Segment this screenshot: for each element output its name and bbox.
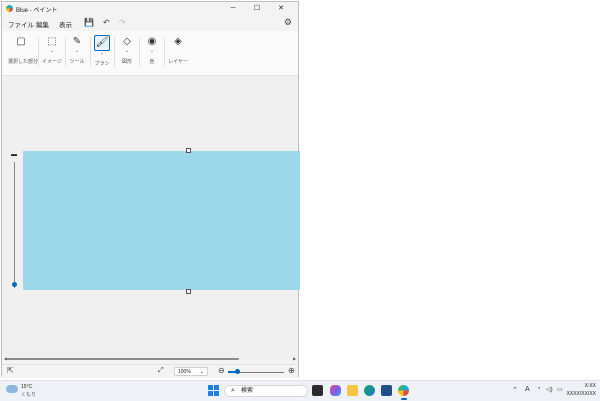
ribbon-brush[interactable]: 🖌 ⌄ ブラシ bbox=[93, 35, 111, 67]
pointer-icon: ⇱ bbox=[7, 366, 14, 375]
ribbon-divider bbox=[38, 37, 39, 67]
ribbon-layers[interactable]: ◈ レイヤー bbox=[167, 35, 189, 65]
task-view-icon[interactable] bbox=[312, 385, 323, 396]
layers-icon: ◈ bbox=[174, 36, 182, 47]
taskbar: 15°C くもり ⌕ 検索 ⌃ A ◔ ◁) ▭ X:XX XXXX/XX/XX bbox=[0, 380, 600, 401]
image-icon: ⬚ bbox=[47, 36, 57, 47]
paint-app-icon bbox=[6, 5, 13, 12]
paint-taskbar-icon[interactable] bbox=[398, 385, 409, 396]
ribbon-image[interactable]: ⬚ ⌄ イメージ bbox=[42, 35, 62, 65]
brush-icon: 🖌 bbox=[94, 35, 110, 51]
palette-icon: ◉ bbox=[147, 36, 157, 47]
ribbon-layers-label: レイヤー bbox=[168, 59, 188, 65]
clock-date[interactable]: XXXX/XX/XX bbox=[564, 391, 596, 397]
canvas-workspace: ▬ bbox=[2, 76, 300, 360]
search-icon: ⌕ bbox=[231, 387, 235, 394]
brush-size-slider[interactable] bbox=[14, 162, 15, 288]
chevron-down-icon: ⌄ bbox=[49, 48, 55, 54]
ribbon: ▢ 選択した部分 ⬚ ⌄ イメージ ✎ ⌄ ツール 🖌 ⌄ ブラシ ◇ ⌄ 図形 bbox=[2, 31, 298, 76]
scroll-right-icon[interactable]: ▶ bbox=[293, 356, 296, 361]
ribbon-divider bbox=[90, 37, 91, 67]
menu-bar: ファイル 編集 表示 💾 ↶ ↷ ⚙ bbox=[2, 16, 298, 30]
ribbon-selection[interactable]: ▢ 選択した部分 bbox=[8, 35, 39, 65]
minimize-button[interactable]: ─ bbox=[222, 3, 244, 14]
maximize-button[interactable]: ☐ bbox=[246, 3, 268, 14]
redo-icon[interactable]: ↷ bbox=[119, 18, 126, 27]
drawing-canvas[interactable] bbox=[23, 151, 300, 290]
ribbon-divider bbox=[139, 37, 140, 67]
ribbon-tools[interactable]: ✎ ⌄ ツール bbox=[68, 35, 86, 65]
ribbon-colors-label: 色 bbox=[149, 59, 155, 65]
ribbon-selection-label: 選択した部分 bbox=[8, 59, 39, 65]
ribbon-shapes-label: 図形 bbox=[121, 59, 132, 65]
close-button[interactable]: ✕ bbox=[270, 3, 292, 14]
zoom-slider-thumb[interactable] bbox=[235, 369, 240, 374]
ribbon-divider bbox=[65, 37, 66, 67]
chevron-down-icon: ⌄ bbox=[149, 48, 155, 54]
title-bar: Blue - ペイント ─ ☐ ✕ bbox=[2, 2, 298, 15]
edge-browser-icon[interactable] bbox=[364, 385, 375, 396]
menu-file[interactable]: ファイル bbox=[8, 19, 34, 29]
tools-icon: ✎ bbox=[72, 36, 82, 47]
zoom-select[interactable]: 100% ⌄ bbox=[174, 367, 208, 376]
chevron-down-icon: ⌄ bbox=[199, 369, 204, 375]
zoom-in-icon[interactable]: ⊕ bbox=[288, 366, 295, 375]
ribbon-divider bbox=[164, 37, 165, 67]
window-title: Blue - ペイント bbox=[16, 8, 58, 14]
horizontal-scrollbar[interactable] bbox=[7, 358, 239, 360]
chevron-down-icon: ⌄ bbox=[99, 50, 105, 56]
brush-size-slider-thumb[interactable] bbox=[12, 282, 17, 287]
paint-window: Blue - ペイント ─ ☐ ✕ ファイル 編集 表示 💾 ↶ ↷ ⚙ ▢ 選… bbox=[1, 1, 300, 378]
copilot-icon[interactable] bbox=[330, 385, 341, 396]
undo-icon[interactable]: ↶ bbox=[103, 18, 110, 27]
chevron-down-icon: ⌄ bbox=[124, 48, 130, 54]
menu-view[interactable]: 表示 bbox=[59, 19, 72, 29]
chevron-up-icon[interactable]: ⌃ bbox=[512, 386, 518, 394]
zoom-value: 100% bbox=[178, 369, 191, 375]
settings-icon[interactable]: ⚙ bbox=[284, 17, 292, 28]
start-button[interactable] bbox=[208, 385, 219, 396]
fit-to-window-icon[interactable]: ⤢ bbox=[158, 367, 164, 375]
menu-edit[interactable]: 編集 bbox=[36, 19, 49, 29]
clock-time[interactable]: X:XX bbox=[574, 383, 596, 389]
wifi-icon[interactable]: ◔ bbox=[537, 386, 541, 392]
file-explorer-icon[interactable] bbox=[347, 385, 358, 396]
save-icon[interactable]: 💾 bbox=[84, 18, 94, 27]
brush-size-icon: ▬ bbox=[11, 152, 17, 158]
store-icon[interactable] bbox=[381, 385, 392, 396]
battery-icon[interactable]: ▭ bbox=[557, 386, 563, 393]
weather-temp[interactable]: 15°C bbox=[21, 384, 32, 390]
ribbon-divider bbox=[114, 37, 115, 67]
status-bar: ⇱ ⤢ 100% ⌄ ⊖ ⊕ bbox=[2, 364, 298, 378]
search-placeholder: 検索 bbox=[241, 388, 254, 394]
speaker-icon[interactable]: ◁) bbox=[546, 386, 553, 393]
ime-indicator[interactable]: A bbox=[525, 386, 530, 393]
shapes-icon: ◇ bbox=[123, 36, 131, 47]
resize-handle-bottom[interactable] bbox=[186, 289, 191, 294]
selection-icon: ▢ bbox=[16, 36, 26, 47]
ribbon-tools-label: ツール bbox=[69, 59, 85, 65]
cloud-icon bbox=[6, 385, 18, 393]
ribbon-colors[interactable]: ◉ ⌄ 色 bbox=[143, 35, 161, 65]
zoom-out-icon[interactable]: ⊖ bbox=[218, 366, 225, 375]
ribbon-brush-label: ブラシ bbox=[94, 61, 110, 67]
ribbon-shapes[interactable]: ◇ ⌄ 図形 bbox=[118, 35, 136, 65]
weather-condition[interactable]: くもり bbox=[21, 391, 36, 398]
chevron-down-icon: ⌄ bbox=[74, 48, 80, 54]
ribbon-image-label: イメージ bbox=[42, 59, 62, 65]
resize-handle-top[interactable] bbox=[186, 148, 191, 153]
taskbar-search[interactable]: ⌕ 検索 bbox=[224, 385, 308, 397]
